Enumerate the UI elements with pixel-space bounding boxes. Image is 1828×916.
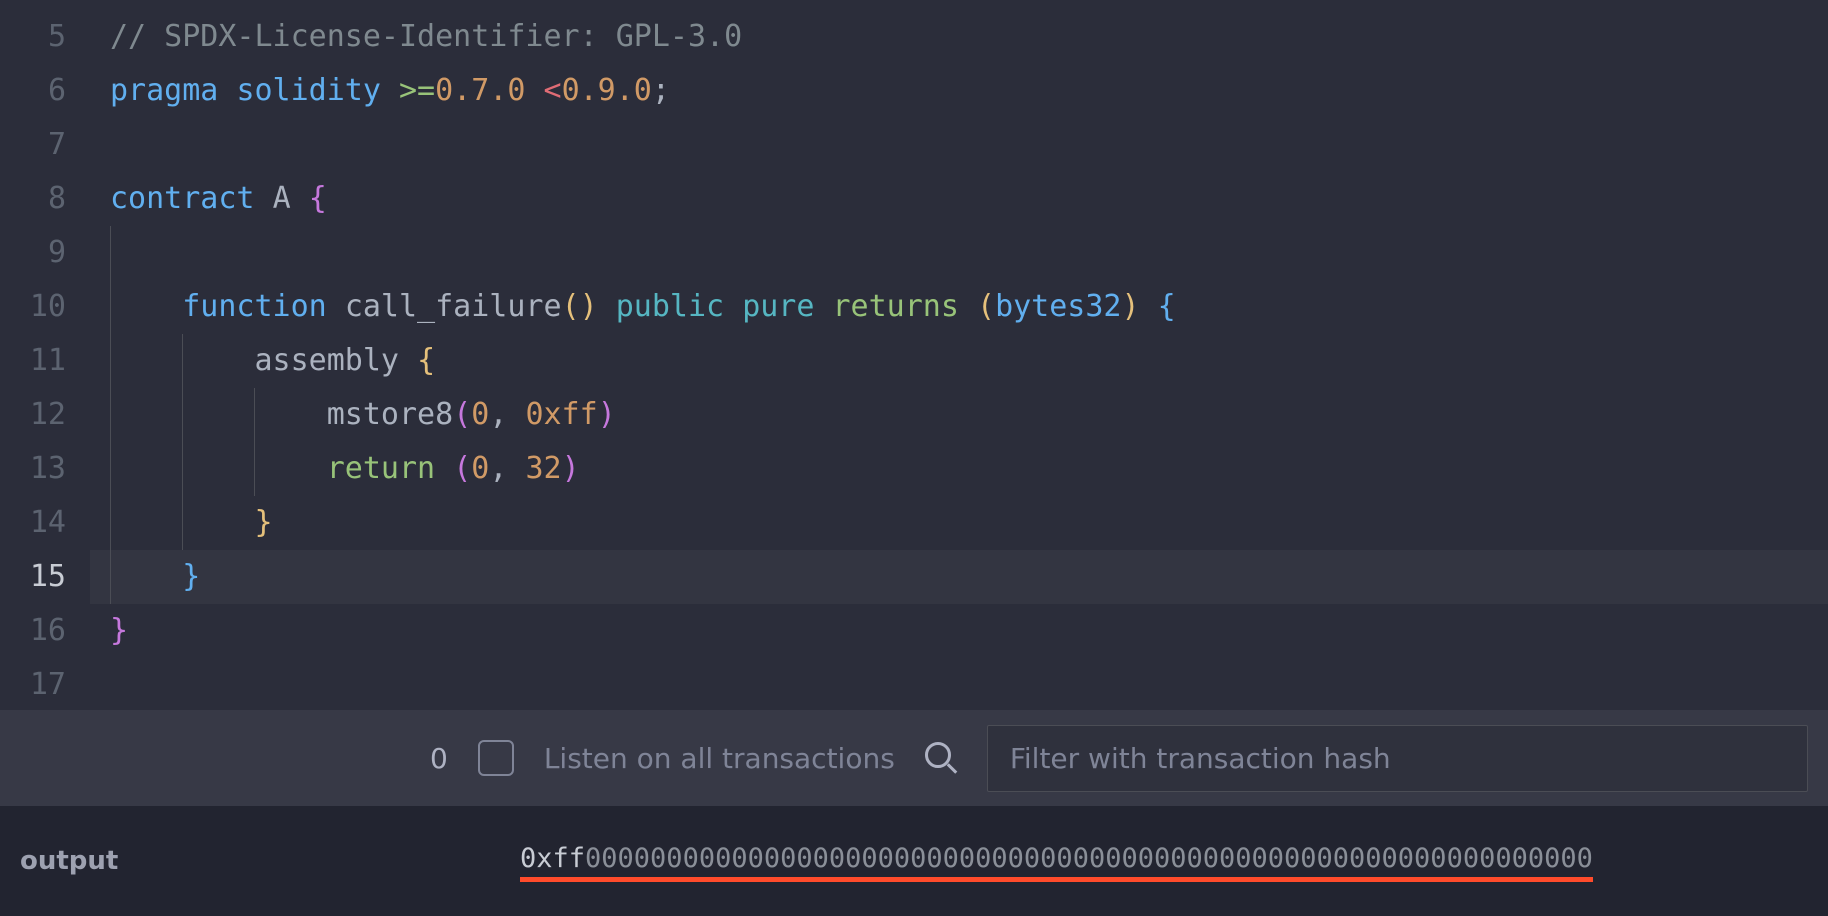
line-number: 6 bbox=[0, 64, 90, 118]
code-line[interactable]: assembly { bbox=[90, 334, 1828, 388]
code-line[interactable]: contract A { bbox=[90, 172, 1828, 226]
line-number: 17 bbox=[0, 658, 90, 710]
line-number: 8 bbox=[0, 172, 90, 226]
output-panel: output 0xff00000000000000000000000000000… bbox=[0, 806, 1828, 916]
comment-text: // SPDX-License-Identifier: GPL-3.0 bbox=[110, 19, 742, 54]
line-number: 15 bbox=[0, 550, 90, 604]
line-number: 11 bbox=[0, 334, 90, 388]
code-line[interactable] bbox=[90, 658, 1828, 710]
line-number: 10 bbox=[0, 280, 90, 334]
line-number: 7 bbox=[0, 118, 90, 172]
listen-all-checkbox[interactable] bbox=[478, 740, 514, 776]
code-line[interactable]: return (0, 32) bbox=[90, 442, 1828, 496]
code-line[interactable]: mstore8(0, 0xff) bbox=[90, 388, 1828, 442]
transaction-filter-input[interactable] bbox=[987, 725, 1808, 792]
line-number: 12 bbox=[0, 388, 90, 442]
line-number: 13 bbox=[0, 442, 90, 496]
line-number-gutter: 5 6 7 8 9 10 11 12 13 14 15 16 17 bbox=[0, 0, 90, 710]
code-line[interactable]: function call_failure() public pure retu… bbox=[90, 280, 1828, 334]
code-line[interactable]: pragma solidity >=0.7.0 <0.9.0; bbox=[90, 64, 1828, 118]
code-line[interactable]: // SPDX-License-Identifier: GPL-3.0 bbox=[90, 10, 1828, 64]
transaction-toolbar: 0 Listen on all transactions bbox=[0, 710, 1828, 806]
line-number: 16 bbox=[0, 604, 90, 658]
line-number: 9 bbox=[0, 226, 90, 280]
output-underline bbox=[520, 877, 1593, 882]
listen-all-label: Listen on all transactions bbox=[544, 742, 895, 775]
output-label: output bbox=[20, 846, 520, 876]
code-line[interactable] bbox=[90, 226, 1828, 280]
line-number: 14 bbox=[0, 496, 90, 550]
code-content[interactable]: // SPDX-License-Identifier: GPL-3.0 prag… bbox=[90, 0, 1828, 710]
code-line[interactable]: } bbox=[90, 604, 1828, 658]
code-line[interactable] bbox=[90, 118, 1828, 172]
code-editor[interactable]: 5 6 7 8 9 10 11 12 13 14 15 16 17 // SPD… bbox=[0, 0, 1828, 710]
search-icon bbox=[925, 742, 957, 774]
transaction-count: 0 bbox=[430, 742, 448, 775]
output-value[interactable]: 0xff000000000000000000000000000000000000… bbox=[520, 843, 1593, 880]
code-line[interactable]: } bbox=[90, 550, 1828, 604]
line-number: 5 bbox=[0, 10, 90, 64]
code-line[interactable]: } bbox=[90, 496, 1828, 550]
